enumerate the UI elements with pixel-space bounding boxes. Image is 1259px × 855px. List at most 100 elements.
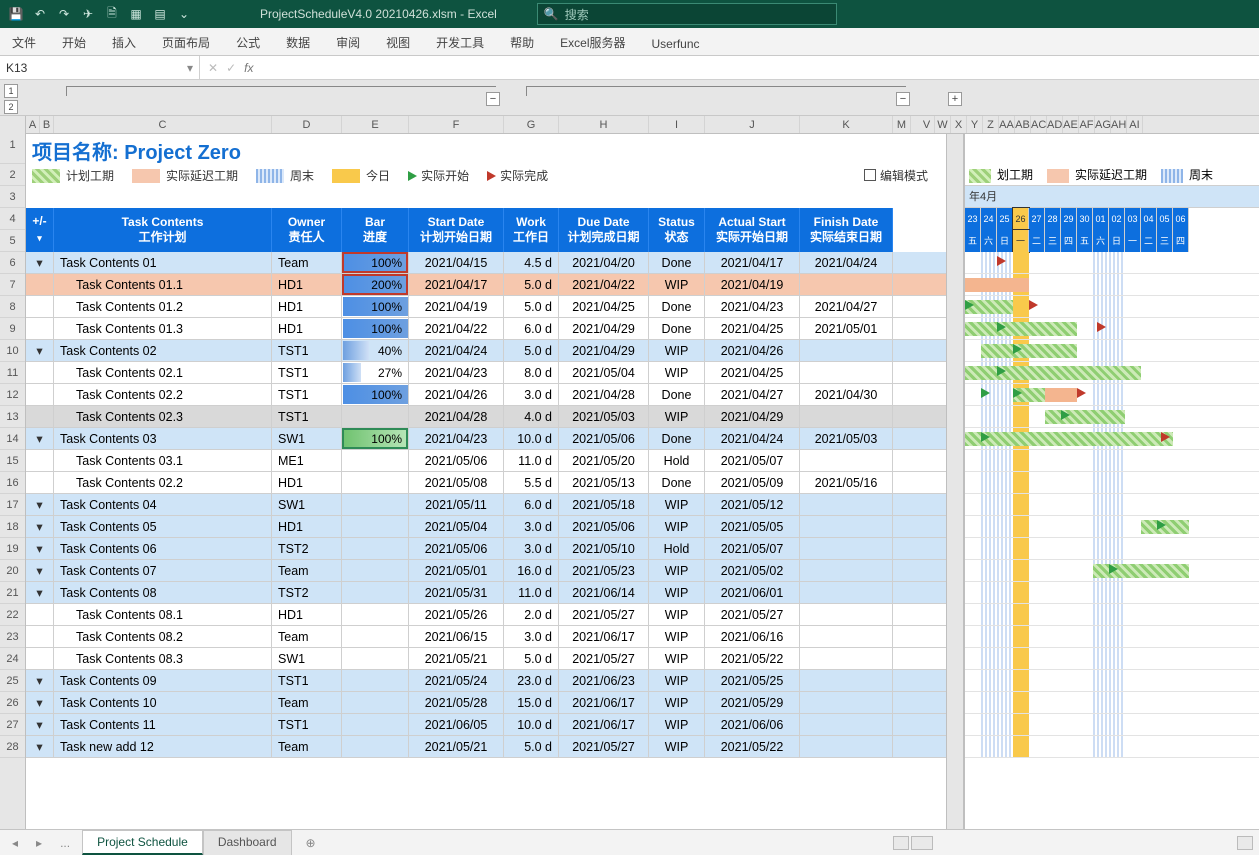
row-header[interactable]: 21: [0, 582, 25, 604]
table-row[interactable]: Task Contents 02.3TST12021/04/284.0 d202…: [26, 406, 946, 428]
table-row[interactable]: ▾Task Contents 06TST22021/05/063.0 d2021…: [26, 538, 946, 560]
select-all-corner[interactable]: [0, 116, 26, 134]
column-header[interactable]: I: [649, 116, 705, 133]
column-header[interactable]: A: [26, 116, 40, 133]
column-header[interactable]: E: [342, 116, 409, 133]
outline-level-button[interactable]: 1: [4, 84, 18, 98]
column-header[interactable]: Z: [983, 116, 999, 133]
table-row[interactable]: Task Contents 02.1TST127%2021/04/238.0 d…: [26, 362, 946, 384]
row-header[interactable]: 16: [0, 472, 25, 494]
row-header[interactable]: 5: [0, 230, 25, 252]
column-header[interactable]: M: [893, 116, 911, 133]
row-header[interactable]: 19: [0, 538, 25, 560]
tab-nav-prev-icon[interactable]: ◂: [6, 836, 24, 850]
row-header[interactable]: 3: [0, 186, 25, 208]
table-row[interactable]: Task Contents 02.2HD12021/05/085.5 d2021…: [26, 472, 946, 494]
new-icon[interactable]: 🗎: [102, 4, 122, 24]
outline-collapse-button[interactable]: −: [486, 92, 500, 106]
customize-qat-icon[interactable]: ⌄: [174, 4, 194, 24]
table-row[interactable]: ▾Task Contents 11TST12021/06/0510.0 d202…: [26, 714, 946, 736]
row-header[interactable]: 27: [0, 714, 25, 736]
col-due[interactable]: Due Date计划完成日期: [559, 208, 649, 252]
sheet-tab[interactable]: Dashboard: [203, 830, 292, 855]
send-icon[interactable]: ✈: [78, 4, 98, 24]
table-row[interactable]: ▾Task Contents 05HD12021/05/043.0 d2021/…: [26, 516, 946, 538]
column-header[interactable]: D: [272, 116, 342, 133]
table-row[interactable]: ▾Task new add 12Team2021/05/215.0 d2021/…: [26, 736, 946, 758]
column-header[interactable]: AF: [1079, 116, 1095, 133]
table-row[interactable]: Task Contents 01.3HD1100%2021/04/226.0 d…: [26, 318, 946, 340]
table-row[interactable]: Task Contents 08.2Team2021/06/153.0 d202…: [26, 626, 946, 648]
column-header[interactable]: G: [504, 116, 559, 133]
pivot-icon[interactable]: ▦: [126, 4, 146, 24]
col-toggle[interactable]: +/-▾: [26, 208, 54, 252]
fx-icon[interactable]: fx: [244, 61, 253, 75]
row-header[interactable]: 4: [0, 208, 25, 230]
ribbon-tab[interactable]: 开始: [58, 28, 90, 55]
column-header[interactable]: C: [54, 116, 272, 133]
ribbon-tab[interactable]: Userfunc: [648, 31, 704, 55]
name-box[interactable]: K13 ▾: [0, 56, 200, 80]
row-header[interactable]: 13: [0, 406, 25, 428]
table-row[interactable]: Task Contents 01.2HD1100%2021/04/195.0 d…: [26, 296, 946, 318]
table-row[interactable]: ▾Task Contents 10Team2021/05/2815.0 d202…: [26, 692, 946, 714]
table-row[interactable]: ▾Task Contents 07Team2021/05/0116.0 d202…: [26, 560, 946, 582]
col-start[interactable]: Start Date计划开始日期: [409, 208, 504, 252]
row-header[interactable]: 23: [0, 626, 25, 648]
col-bar[interactable]: Bar进度: [342, 208, 409, 252]
table-row[interactable]: Task Contents 03.1ME12021/05/0611.0 d202…: [26, 450, 946, 472]
column-header[interactable]: AE: [1063, 116, 1079, 133]
scroll-left-icon[interactable]: [893, 836, 909, 850]
table-row[interactable]: ▾Task Contents 02TST140%2021/04/245.0 d2…: [26, 340, 946, 362]
row-header[interactable]: 10: [0, 340, 25, 362]
table-row[interactable]: ▾Task Contents 08TST22021/05/3111.0 d202…: [26, 582, 946, 604]
outline-level-button[interactable]: 2: [4, 100, 18, 114]
col-finish-date[interactable]: Finish Date实际结束日期: [800, 208, 893, 252]
col-owner[interactable]: Owner责任人: [272, 208, 342, 252]
column-header[interactable]: AG: [1095, 116, 1111, 133]
row-header[interactable]: 26: [0, 692, 25, 714]
sheet-tab[interactable]: Project Schedule: [82, 830, 203, 855]
ribbon-tab[interactable]: 数据: [282, 28, 314, 55]
row-header[interactable]: 28: [0, 736, 25, 758]
row-header[interactable]: 18: [0, 516, 25, 538]
row-header[interactable]: 15: [0, 450, 25, 472]
outline-expand-button[interactable]: +: [948, 92, 962, 106]
row-header[interactable]: 24: [0, 648, 25, 670]
column-header[interactable]: AA: [999, 116, 1015, 133]
row-header[interactable]: 7: [0, 274, 25, 296]
table-row[interactable]: ▾Task Contents 09TST12021/05/2423.0 d202…: [26, 670, 946, 692]
col-work[interactable]: Work工作日: [504, 208, 559, 252]
add-sheet-button[interactable]: ⊕: [298, 836, 324, 850]
row-header[interactable]: 17: [0, 494, 25, 516]
ribbon-tab[interactable]: 审阅: [332, 28, 364, 55]
row-header[interactable]: 2: [0, 164, 25, 186]
column-header[interactable]: AB: [1015, 116, 1031, 133]
row-header[interactable]: 20: [0, 560, 25, 582]
save-icon[interactable]: 💾: [6, 4, 26, 24]
ribbon-tab[interactable]: 页面布局: [158, 28, 214, 55]
scroll-thumb[interactable]: [911, 836, 933, 850]
ribbon-tab[interactable]: Excel服务器: [556, 28, 629, 55]
table-row[interactable]: Task Contents 08.3SW12021/05/215.0 d2021…: [26, 648, 946, 670]
row-header[interactable]: 11: [0, 362, 25, 384]
column-header[interactable]: B: [40, 116, 54, 133]
column-header[interactable]: F: [409, 116, 504, 133]
column-header[interactable]: H: [559, 116, 649, 133]
outline-collapse-button[interactable]: −: [896, 92, 910, 106]
formula-enter-icon[interactable]: ✓: [226, 61, 236, 75]
row-header[interactable]: 12: [0, 384, 25, 406]
table-row[interactable]: ▾Task Contents 01Team100%2021/04/154.5 d…: [26, 252, 946, 274]
redo-icon[interactable]: ↷: [54, 4, 74, 24]
table-icon[interactable]: ▤: [150, 4, 170, 24]
tab-nav-more[interactable]: ...: [54, 836, 76, 850]
ribbon-tab[interactable]: 公式: [232, 28, 264, 55]
column-header[interactable]: AI: [1127, 116, 1143, 133]
table-row[interactable]: ▾Task Contents 03SW1100%2021/04/2310.0 d…: [26, 428, 946, 450]
edit-mode-checkbox[interactable]: 编辑模式: [864, 167, 928, 184]
ribbon-tab[interactable]: 帮助: [506, 28, 538, 55]
col-status[interactable]: Status状态: [649, 208, 705, 252]
tab-nav-next-icon[interactable]: ▸: [30, 836, 48, 850]
formula-cancel-icon[interactable]: ✕: [208, 61, 218, 75]
column-header[interactable]: K: [800, 116, 893, 133]
